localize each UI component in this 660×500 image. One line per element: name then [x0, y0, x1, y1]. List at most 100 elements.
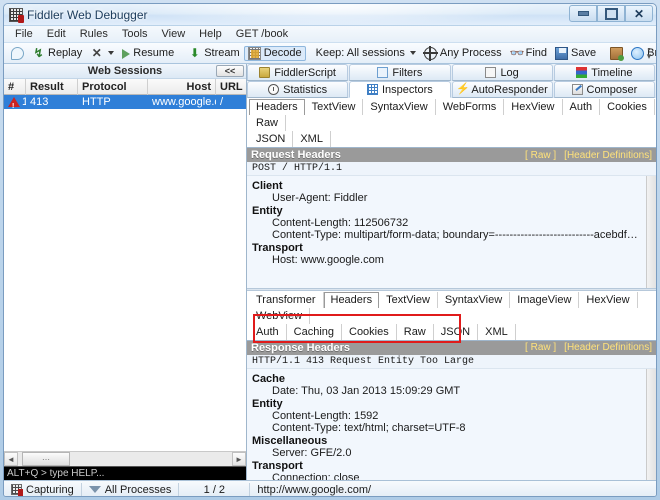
request-subtab-bar: Headers TextView SyntaxView WebForms Hex…	[247, 98, 656, 148]
toolbar-overflow-button[interactable]: ▪▾	[644, 46, 654, 60]
decode-label: Decode	[264, 47, 302, 59]
menu-help[interactable]: Help	[192, 27, 229, 41]
scroll-thumb[interactable]: ⋯	[22, 452, 70, 466]
stream-button[interactable]: ⬇ Stream	[184, 46, 243, 61]
tab-timeline[interactable]: Timeline	[554, 64, 655, 81]
scroll-track[interactable]: ⋯	[18, 452, 232, 466]
inspectors-panel: FiddlerScript Filters Log Timeline	[247, 64, 656, 480]
tab-filters[interactable]: Filters	[349, 64, 450, 81]
any-process-button[interactable]: Any Process	[420, 46, 506, 61]
close-button[interactable]: ✕	[625, 5, 653, 22]
request-line: POST / HTTP/1.1	[247, 162, 656, 176]
response-subtab-auth[interactable]: Auth	[249, 324, 287, 340]
response-raw-link[interactable]: [ Raw ]	[525, 342, 556, 353]
response-subtab-hexview[interactable]: HexView	[579, 292, 637, 308]
tab-label: FiddlerScript	[274, 67, 336, 79]
request-raw-link[interactable]: [ Raw ]	[525, 150, 556, 161]
status-url: http://www.google.com/	[250, 481, 378, 498]
response-subtab-imageview[interactable]: ImageView	[510, 292, 579, 308]
save-button[interactable]: Save	[551, 46, 600, 61]
clipboard-button[interactable]	[606, 46, 627, 61]
clipboard-icon	[610, 47, 623, 60]
process-filter[interactable]: All Processes	[82, 481, 179, 498]
response-subtab-caching[interactable]: Caching	[287, 324, 342, 340]
script-icon	[259, 67, 270, 78]
sessions-column-headers: # Result Protocol Host URL	[4, 79, 246, 95]
resume-button[interactable]: Resume	[118, 46, 178, 60]
timeline-icon	[576, 67, 587, 78]
title-bar: Fiddler Web Debugger ✕	[4, 4, 656, 26]
tab-inspectors[interactable]: Inspectors	[349, 81, 450, 98]
response-subtab-headers[interactable]: Headers	[324, 292, 380, 308]
request-subtab-auth[interactable]: Auth	[563, 99, 601, 115]
menu-tools[interactable]: Tools	[115, 27, 155, 41]
column-header-url[interactable]: URL	[216, 79, 246, 95]
response-header-content-length: Content-Length: 1592	[252, 410, 641, 422]
column-header-result[interactable]: Result	[26, 79, 78, 95]
request-subtab-cookies[interactable]: Cookies	[600, 99, 655, 115]
tab-statistics[interactable]: Statistics	[247, 81, 348, 98]
response-subtab-syntaxview[interactable]: SyntaxView	[438, 292, 510, 308]
remove-button[interactable]: ✕	[86, 46, 118, 61]
response-subtab-json[interactable]: JSON	[434, 324, 478, 340]
maximize-button[interactable]	[597, 5, 625, 22]
request-subtab-json[interactable]: JSON	[249, 131, 293, 147]
window-title: Fiddler Web Debugger	[27, 8, 148, 22]
sessions-horizontal-scrollbar[interactable]: ◄ ⋯ ►	[4, 451, 246, 466]
response-subtab-webview[interactable]: WebView	[249, 308, 310, 324]
tab-composer[interactable]: Composer	[554, 81, 655, 98]
request-subtab-hexview[interactable]: HexView	[504, 99, 562, 115]
column-header-host[interactable]: Host	[148, 79, 216, 95]
browser-globe-icon	[631, 47, 644, 60]
tab-autoresponder[interactable]: ⚡ AutoResponder	[452, 81, 553, 98]
response-vertical-scrollbar[interactable]	[646, 369, 656, 481]
table-row[interactable]: 1 413 HTTP www.google.com /	[4, 95, 246, 109]
menu-edit[interactable]: Edit	[40, 27, 73, 41]
sessions-panel: Web Sessions << # Result Protocol Host U…	[4, 64, 247, 480]
request-header-host: Host: www.google.com	[252, 254, 641, 266]
request-subtab-webforms[interactable]: WebForms	[436, 99, 505, 115]
menu-rules[interactable]: Rules	[73, 27, 115, 41]
response-subtab-transformer[interactable]: Transformer	[249, 292, 324, 308]
replay-button[interactable]: ↯ Replay	[28, 46, 86, 61]
decode-button[interactable]: Decode	[244, 46, 306, 61]
tab-label: Statistics	[283, 84, 327, 96]
request-subtab-xml[interactable]: XML	[293, 131, 331, 147]
tab-fiddlerscript[interactable]: FiddlerScript	[247, 64, 348, 81]
menu-view[interactable]: View	[155, 27, 193, 41]
sessions-panel-header: Web Sessions <<	[4, 64, 246, 79]
tab-label: AutoResponder	[471, 84, 547, 96]
minimize-button[interactable]	[569, 5, 597, 22]
response-subtab-cookies[interactable]: Cookies	[342, 324, 397, 340]
request-subtab-raw[interactable]: Raw	[249, 115, 286, 131]
response-header-definitions-link[interactable]: [Header Definitions]	[564, 342, 652, 353]
menu-file[interactable]: File	[8, 27, 40, 41]
comment-button[interactable]	[7, 46, 28, 61]
response-subtab-xml[interactable]: XML	[478, 324, 516, 340]
request-subtab-textview[interactable]: TextView	[305, 99, 364, 115]
sessions-list: 1 413 HTTP www.google.com /	[4, 95, 246, 451]
column-header-num[interactable]: #	[4, 79, 26, 95]
request-vertical-scrollbar[interactable]	[646, 176, 656, 288]
keep-sessions-button[interactable]: Keep: All sessions	[312, 46, 420, 60]
menu-get-book[interactable]: GET /book	[229, 27, 295, 41]
response-headers-links: [ Raw ] [Header Definitions]	[525, 342, 652, 353]
scroll-left-arrow-icon[interactable]: ◄	[4, 452, 18, 466]
request-subtab-headers[interactable]: Headers	[249, 99, 305, 115]
funnel-icon	[89, 486, 101, 493]
collapse-panel-button[interactable]: <<	[216, 65, 244, 77]
scroll-right-arrow-icon[interactable]: ►	[232, 452, 246, 466]
request-subtab-syntaxview[interactable]: SyntaxView	[363, 99, 435, 115]
request-header-definitions-link[interactable]: [Header Definitions]	[564, 150, 652, 161]
response-status-line: HTTP/1.1 413 Request Entity Too Large	[247, 355, 656, 369]
response-subtab-textview[interactable]: TextView	[379, 292, 438, 308]
find-button[interactable]: 👓 Find	[506, 46, 551, 61]
tab-log[interactable]: Log	[452, 64, 553, 81]
inspectors-icon	[367, 84, 378, 95]
column-header-protocol[interactable]: Protocol	[78, 79, 148, 95]
quickexec-input[interactable]: ALT+Q > type HELP...	[4, 466, 246, 480]
response-subtab-raw[interactable]: Raw	[397, 324, 434, 340]
capturing-status[interactable]: Capturing	[4, 481, 81, 498]
response-header-content-type: Content-Type: text/html; charset=UTF-8	[252, 422, 641, 434]
replay-label: Replay	[48, 47, 82, 59]
